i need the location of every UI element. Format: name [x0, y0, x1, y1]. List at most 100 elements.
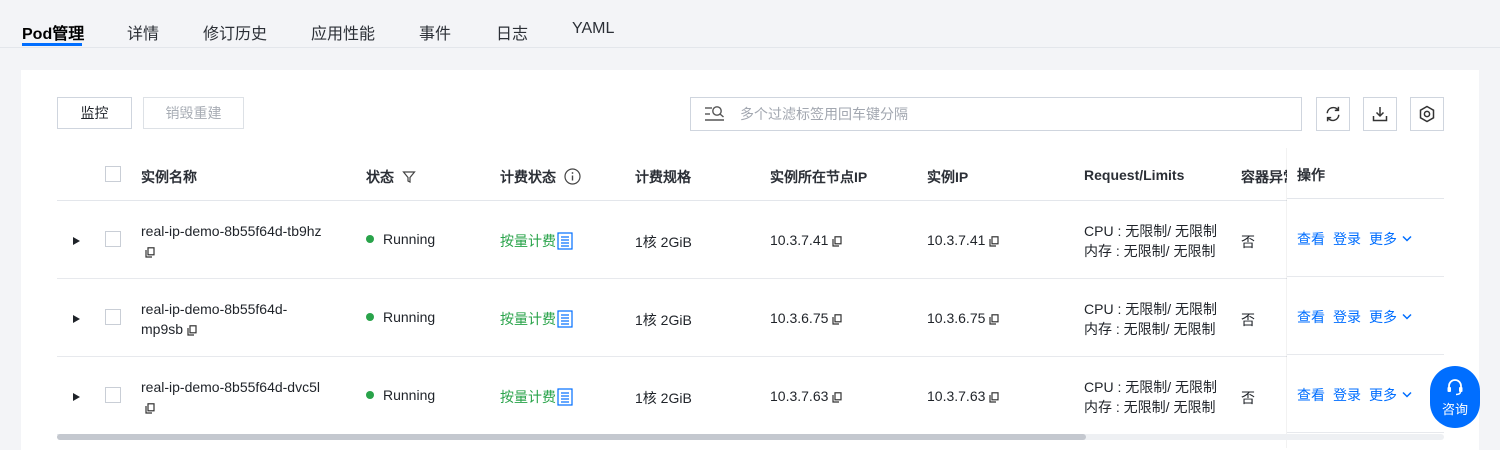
column-header-status: 状态 [366, 167, 416, 187]
view-link[interactable]: 查看 [1297, 229, 1325, 249]
billing-spec: 1核 2GiB [635, 312, 692, 328]
info-icon[interactable] [564, 168, 581, 185]
login-link[interactable]: 登录 [1333, 385, 1361, 405]
billing-status-cell: 按量计费 [500, 231, 573, 251]
search-box[interactable] [690, 97, 1302, 131]
tab-yaml[interactable]: YAML [572, 20, 614, 38]
billing-status-cell: 按量计费 [500, 387, 573, 407]
tab-details[interactable]: 详情 [127, 20, 159, 44]
instance-ip-cell: 10.3.7.41 [927, 232, 999, 248]
cpu-limits: CPU : 无限制/ 无限制 [1084, 223, 1218, 239]
more-label: 更多 [1369, 309, 1397, 325]
request-limits-cell: CPU : 无限制/ 无限制 内存 : 无限制/ 无限制 [1084, 221, 1217, 261]
memory-limits: 内存 : 无限制/ 无限制 [1084, 399, 1216, 415]
refresh-button[interactable] [1316, 97, 1350, 131]
status-cell: Running [366, 231, 435, 247]
download-button[interactable] [1363, 97, 1397, 131]
status-cell: Running [366, 309, 435, 325]
copy-icon[interactable] [989, 314, 999, 325]
row-checkbox[interactable] [105, 231, 121, 247]
more-dropdown[interactable]: 更多 [1369, 385, 1412, 405]
table-row: real-ip-demo-8b55f64d-tb9hz Running 按量计费 1核… [57, 201, 1444, 279]
destroy-rebuild-button[interactable]: 销毁重建 [143, 97, 244, 129]
cpu-limits: CPU : 无限制/ 无限制 [1084, 379, 1218, 395]
download-icon [1372, 107, 1388, 122]
tab-pod-management[interactable]: Pod管理 [22, 20, 84, 44]
instance-ip-cell: 10.3.6.75 [927, 310, 999, 326]
instance-name: real-ip-demo-8b55f64d-dvc5l [141, 379, 320, 395]
status-dot [366, 391, 374, 399]
status-dot [366, 313, 374, 321]
headset-icon [1447, 378, 1463, 395]
tab-bar: Pod管理 详情 修订历史 应用性能 事件 日志 YAML [0, 0, 1500, 48]
actions-header-cell: 操作 [1287, 148, 1444, 199]
settings-button[interactable] [1410, 97, 1444, 131]
expand-row-arrow[interactable] [73, 315, 80, 323]
bill-detail-icon[interactable] [557, 232, 573, 250]
chevron-down-icon [1402, 235, 1412, 242]
node-ip: 10.3.6.75 [770, 310, 829, 326]
bill-detail-icon[interactable] [557, 388, 573, 406]
status-text: Running [383, 309, 436, 325]
node-ip-cell: 10.3.6.75 [770, 310, 842, 326]
monitor-button[interactable]: 监控 [57, 97, 132, 129]
more-dropdown[interactable]: 更多 [1369, 307, 1412, 327]
node-ip-cell: 10.3.7.41 [770, 232, 842, 248]
more-label: 更多 [1369, 231, 1397, 247]
table-header: 实例名称 状态 计费状态 计费规格 实例所在节点IP 实例IP Request/… [57, 150, 1444, 201]
view-link[interactable]: 查看 [1297, 385, 1325, 405]
expand-row-arrow[interactable] [73, 237, 80, 245]
bill-detail-icon[interactable] [557, 310, 573, 328]
active-tab-indicator [22, 43, 82, 46]
copy-icon[interactable] [145, 403, 155, 414]
billing-status-text: 按量计费 [500, 389, 556, 405]
copy-icon[interactable] [832, 236, 842, 247]
instance-ip: 10.3.7.41 [927, 232, 986, 248]
table-row: real-ip-demo-8b55f64d-mp9sb Running 按量计费 1核… [57, 279, 1444, 357]
login-link[interactable]: 登录 [1333, 229, 1361, 249]
row-checkbox[interactable] [105, 387, 121, 403]
column-header-name: 实例名称 [141, 169, 197, 185]
search-input[interactable] [738, 105, 1282, 123]
horizontal-scrollbar-thumb[interactable] [57, 434, 1086, 440]
tab-logs[interactable]: 日志 [496, 20, 528, 44]
chevron-down-icon [1402, 391, 1412, 398]
select-all-checkbox[interactable] [105, 166, 121, 182]
copy-icon[interactable] [989, 392, 999, 403]
instance-name-continued: mp9sb [141, 321, 184, 337]
instance-name-cell: real-ip-demo-8b55f64d-dvc5l [141, 377, 320, 417]
copy-icon[interactable] [989, 236, 999, 247]
billing-status-text: 按量计费 [500, 233, 556, 249]
copy-icon[interactable] [832, 314, 842, 325]
expand-row-arrow[interactable] [73, 393, 80, 401]
column-header-container-abnormal: 容器异常 [1241, 169, 1287, 185]
refresh-icon [1326, 106, 1340, 122]
column-header-actions: 操作 [1297, 167, 1325, 183]
tab-revision-history[interactable]: 修订历史 [203, 20, 267, 44]
instance-ip: 10.3.7.63 [927, 388, 986, 404]
more-label: 更多 [1369, 387, 1397, 403]
table-row: real-ip-demo-8b55f64d-dvc5l Running 按量计费 1核… [57, 357, 1444, 435]
memory-limits: 内存 : 无限制/ 无限制 [1084, 243, 1216, 259]
column-header-billing-status: 计费状态 [500, 167, 581, 187]
tab-app-performance[interactable]: 应用性能 [311, 20, 375, 44]
copy-icon[interactable] [832, 392, 842, 403]
more-dropdown[interactable]: 更多 [1369, 229, 1412, 249]
memory-limits: 内存 : 无限制/ 无限制 [1084, 321, 1216, 337]
tab-events[interactable]: 事件 [419, 20, 451, 44]
instance-name-cell: real-ip-demo-8b55f64d-mp9sb [141, 299, 287, 339]
request-limits-cell: CPU : 无限制/ 无限制 内存 : 无限制/ 无限制 [1084, 377, 1217, 417]
filter-search-icon [705, 106, 724, 121]
copy-icon[interactable] [145, 247, 155, 258]
copy-icon[interactable] [187, 325, 197, 336]
column-header-instance-ip: 实例IP [927, 169, 969, 185]
consult-button[interactable]: 咨询 [1430, 366, 1480, 428]
filter-icon[interactable] [402, 170, 416, 184]
node-ip-cell: 10.3.7.63 [770, 388, 842, 404]
login-link[interactable]: 登录 [1333, 307, 1361, 327]
view-link[interactable]: 查看 [1297, 307, 1325, 327]
billing-status-cell: 按量计费 [500, 309, 573, 329]
chevron-down-icon [1402, 313, 1412, 320]
row-checkbox[interactable] [105, 309, 121, 325]
tab-divider [0, 47, 1500, 48]
